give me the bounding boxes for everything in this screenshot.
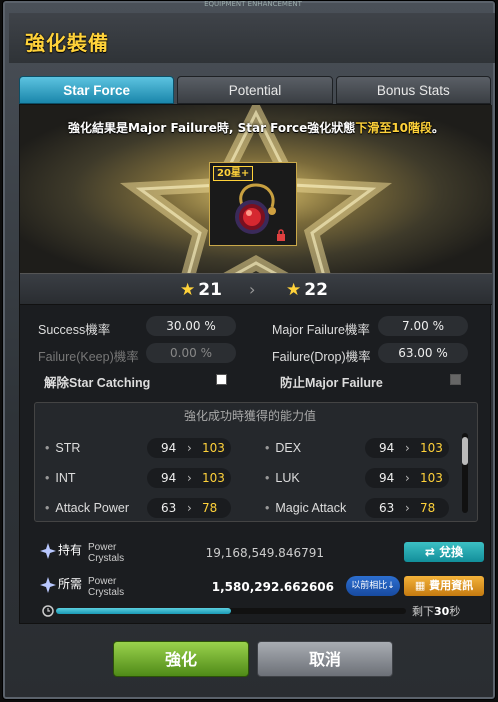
window-caption: EQUIPMENT ENHANCEMENT xyxy=(204,1,302,8)
current-star-value: 21 xyxy=(198,280,222,300)
failure-keep-rate-value: 0.00 % xyxy=(146,343,236,363)
exchange-button[interactable]: ⇄ 兌換 xyxy=(404,542,484,562)
stat-value-luk: 94 › 103 xyxy=(365,468,449,488)
pendant-ring-icon xyxy=(235,183,276,234)
stat-list-scrollbar[interactable] xyxy=(462,433,468,513)
tab-star-force[interactable]: Star Force xyxy=(19,76,175,104)
major-failure-rate-value: 7.00 % xyxy=(378,316,468,336)
arrow-right-icon: › xyxy=(249,280,256,299)
star-catching-label: 解除Star Catching xyxy=(44,376,151,390)
power-crystal-icon xyxy=(40,543,56,559)
failure-drop-rate-label: Failure(Drop)機率 xyxy=(272,350,371,364)
failure-keep-rate-label: Failure(Keep)機率 xyxy=(38,350,139,364)
stat-gain-panel: 強化成功時獲得的能力值 • STR 94 › 103 • DEX 94 › 103 • INT… xyxy=(34,402,478,522)
stat-name-attack-power: • Attack Power xyxy=(45,501,130,515)
success-rate-label: Success機率 xyxy=(38,323,111,337)
stat-name-magic-attack: • Magic Attack xyxy=(265,501,347,515)
stat-name-str: • STR xyxy=(45,441,81,455)
stat-gain-title: 強化成功時獲得的能力值 xyxy=(183,409,316,423)
major-failure-rate-label: Major Failure機率 xyxy=(272,323,370,337)
power-crystal-icon xyxy=(40,577,56,593)
rates-section: Success機率 30.00 % Major Failure機率 7.00 %… xyxy=(20,305,492,400)
star-icon: ★ xyxy=(180,280,196,300)
tab-bonus-stats[interactable]: Bonus Stats xyxy=(335,76,491,104)
major-failure-notice: 強化結果是Major Failure時, Star Force強化狀態下滑至10… xyxy=(20,119,492,136)
star-force-panel: 強化結果是Major Failure時, Star Force強化狀態下滑至10… xyxy=(19,104,492,624)
prevent-major-failure-label: 防止Major Failure xyxy=(280,376,383,390)
star-catching-checkbox[interactable] xyxy=(216,374,227,385)
stat-name-int: • INT xyxy=(45,471,76,485)
stat-value-dex: 94 › 103 xyxy=(365,438,449,458)
current-star-level: ★ 21 xyxy=(180,280,222,300)
star-level-bar: ★ 21 › ★ 22 xyxy=(20,273,492,305)
item-display: 強化結果是Major Failure時, Star Force強化狀態下滑至10… xyxy=(20,105,492,273)
stat-value-magic-attack: 63 › 78 xyxy=(365,498,449,518)
star-badge: 20星+ xyxy=(213,166,254,181)
compare-previous-button[interactable]: 以前相比↓ xyxy=(346,576,400,596)
stat-name-luk: • LUK xyxy=(265,471,300,485)
owned-crystals-value: 19,168,549.846791 xyxy=(205,546,324,560)
prevent-major-failure-checkbox[interactable] xyxy=(450,374,461,385)
scrollbar-thumb[interactable] xyxy=(462,437,468,465)
failure-drop-rate-value: 63.00 % xyxy=(378,343,468,363)
lock-icon xyxy=(277,229,285,241)
star-icon: ★ xyxy=(286,280,302,300)
required-crystals-label: 所需 Power Crystals xyxy=(58,576,125,598)
next-star-value: 22 xyxy=(304,280,328,300)
timer-text: 剩下30秒 xyxy=(412,605,461,618)
fee-info-button[interactable]: ▦ 費用資訊 xyxy=(404,576,484,596)
enhancement-window: EQUIPMENT ENHANCEMENT 強化裝備 Star Force Po… xyxy=(2,0,496,700)
tab-potential[interactable]: Potential xyxy=(177,76,333,104)
stat-value-str: 94 › 103 xyxy=(147,438,231,458)
tab-bar: Star Force Potential Bonus Stats xyxy=(19,76,491,104)
timer-progress xyxy=(42,605,410,617)
timer-bar-fill xyxy=(56,608,231,614)
window-title: 強化裝備 xyxy=(25,31,109,55)
stat-value-attack-power: 63 › 78 xyxy=(147,498,231,518)
required-crystals-value: 1,580,292.662606 xyxy=(211,580,334,594)
stat-name-dex: • DEX xyxy=(265,441,302,455)
notice-highlight: 下滑至10階段 xyxy=(355,121,433,135)
title-bar: 強化裝備 xyxy=(9,13,495,63)
success-rate-value: 30.00 % xyxy=(146,316,236,336)
notice-suffix: 。 xyxy=(432,121,445,135)
cost-section: 持有 Power Crystals 19,168,549.846791 ⇄ 兌換 … xyxy=(34,533,484,623)
timer-bar xyxy=(56,608,406,614)
notice-text: 強化結果是Major Failure時, Star Force強化狀態 xyxy=(67,121,356,135)
next-star-level: ★ 22 xyxy=(286,280,328,300)
owned-crystals-label: 持有 Power Crystals xyxy=(58,542,125,564)
enhance-button[interactable]: 強化 xyxy=(113,641,249,677)
stat-value-int: 94 › 103 xyxy=(147,468,231,488)
cancel-button[interactable]: 取消 xyxy=(257,641,393,677)
item-slot[interactable]: 20星+ xyxy=(209,162,297,246)
clock-icon xyxy=(42,605,54,617)
